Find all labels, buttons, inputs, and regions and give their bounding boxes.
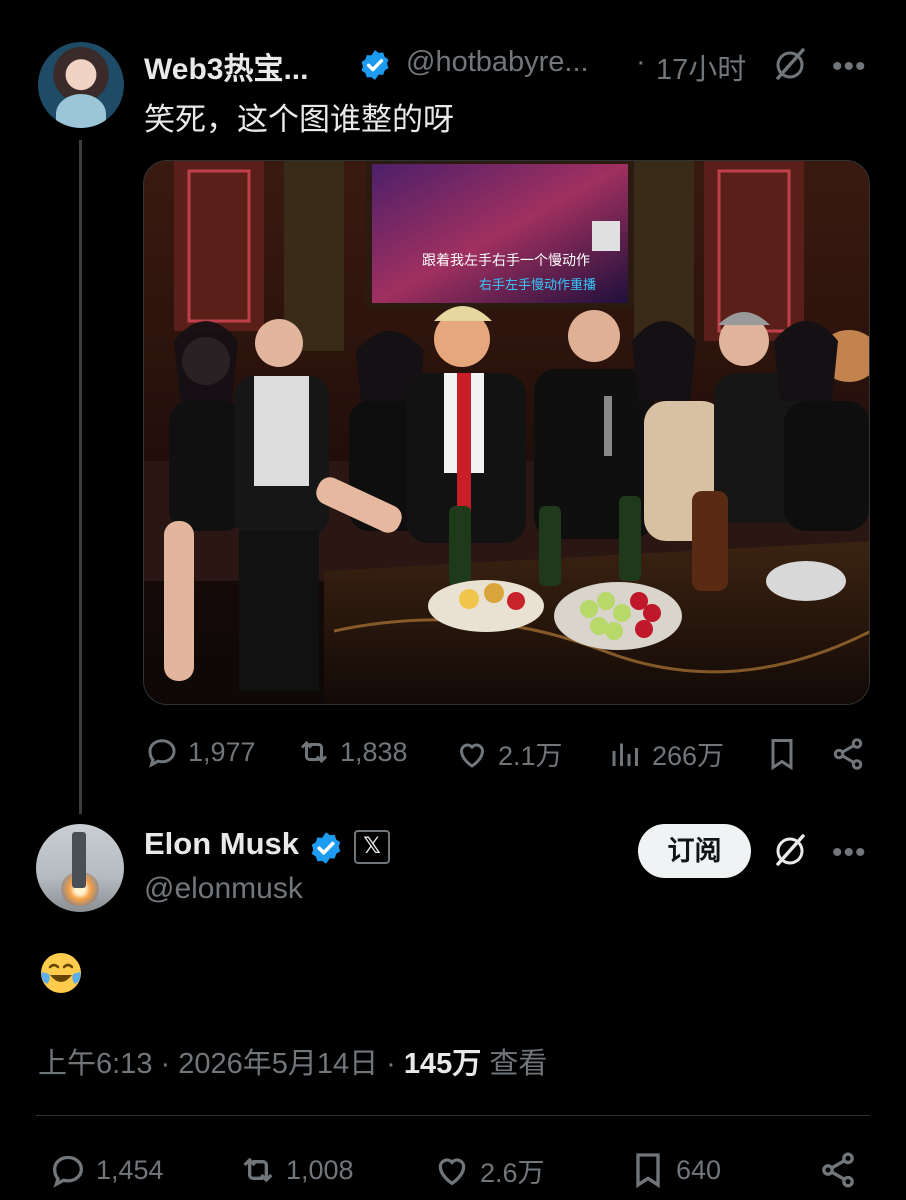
- laughing-tears-emoji: [41, 953, 81, 993]
- subscribe-button[interactable]: 订阅: [638, 824, 751, 878]
- tv-lyrics-line2: 右手左手慢动作重播: [479, 277, 596, 293]
- parent-reply-count: 1,977: [188, 736, 256, 767]
- photo-illustration: 跟着我左手右手一个慢动作 右手左手慢动作重播: [144, 161, 869, 704]
- divider: [36, 1115, 870, 1116]
- more-icon[interactable]: •••: [832, 836, 867, 870]
- retweet-count: 1,008: [286, 1154, 354, 1185]
- like-icon: [459, 743, 485, 768]
- share-icon: [833, 738, 863, 770]
- grok-icon[interactable]: [770, 44, 810, 84]
- rocket-graphic: [72, 832, 86, 888]
- parent-retweet-button[interactable]: 1,838: [296, 734, 408, 770]
- reply-icon: [52, 1155, 84, 1188]
- author-display-name[interactable]: Elon Musk: [144, 826, 299, 862]
- tweet-views-label: 查看: [489, 1048, 548, 1080]
- views-icon: [612, 743, 638, 766]
- reply-icon: [148, 739, 176, 768]
- like-button[interactable]: 2.6万: [432, 1150, 545, 1190]
- like-count: 2.6万: [480, 1157, 545, 1188]
- parent-bookmark-button[interactable]: [764, 736, 808, 772]
- parent-like-button[interactable]: 2.1万: [454, 734, 563, 773]
- more-icon[interactable]: •••: [832, 50, 867, 84]
- tweet-timestamp[interactable]: 上午6:13 · 2026年5月14日 ·: [38, 1048, 404, 1080]
- parent-avatar[interactable]: [38, 42, 124, 128]
- parent-like-count: 2.1万: [498, 741, 563, 771]
- reply-count: 1,454: [96, 1154, 164, 1185]
- parent-retweet-count: 1,838: [340, 736, 408, 767]
- parent-views-button[interactable]: 266万: [608, 734, 724, 773]
- reply-button[interactable]: 1,454: [48, 1150, 164, 1190]
- bookmark-icon: [771, 739, 793, 771]
- tweet-meta: 上午6:13 · 2026年5月14日 · 145万 查看: [38, 1040, 547, 1082]
- share-icon: [822, 1152, 854, 1188]
- affiliate-badge-icon[interactable]: 𝕏: [354, 830, 390, 864]
- parent-views-count: 266万: [652, 741, 725, 771]
- parent-handle[interactable]: @hotbabyre...: [406, 46, 589, 79]
- parent-share-button[interactable]: [830, 736, 874, 772]
- bookmark-count: 640: [676, 1154, 722, 1185]
- share-button[interactable]: [818, 1150, 866, 1190]
- like-icon: [438, 1158, 466, 1186]
- parent-reply-button[interactable]: 1,977: [144, 734, 256, 770]
- grok-icon[interactable]: [770, 830, 810, 870]
- author-handle[interactable]: @elonmusk: [144, 872, 303, 906]
- verified-icon: [311, 832, 341, 864]
- parent-tweet-text: 笑死，这个图谁整的呀: [144, 102, 454, 137]
- verified-icon: [361, 50, 389, 80]
- bookmark-button[interactable]: 640: [628, 1150, 721, 1190]
- parent-timestamp[interactable]: 17小时: [656, 46, 746, 88]
- tv-lyrics-line1: 跟着我左手右手一个慢动作: [422, 252, 590, 269]
- separator-dot: ·: [636, 46, 646, 78]
- retweet-icon: [243, 1157, 273, 1183]
- parent-display-name[interactable]: Web3热宝...: [144, 44, 308, 88]
- retweet-button[interactable]: 1,008: [238, 1150, 354, 1190]
- tweet-views-count: 145万: [403, 1048, 482, 1080]
- tweet-photo[interactable]: 跟着我左手右手一个慢动作 右手左手慢动作重播: [143, 160, 870, 705]
- thread-connector-line: [79, 140, 82, 814]
- bookmark-icon: [636, 1153, 660, 1189]
- retweet-icon: [300, 740, 328, 764]
